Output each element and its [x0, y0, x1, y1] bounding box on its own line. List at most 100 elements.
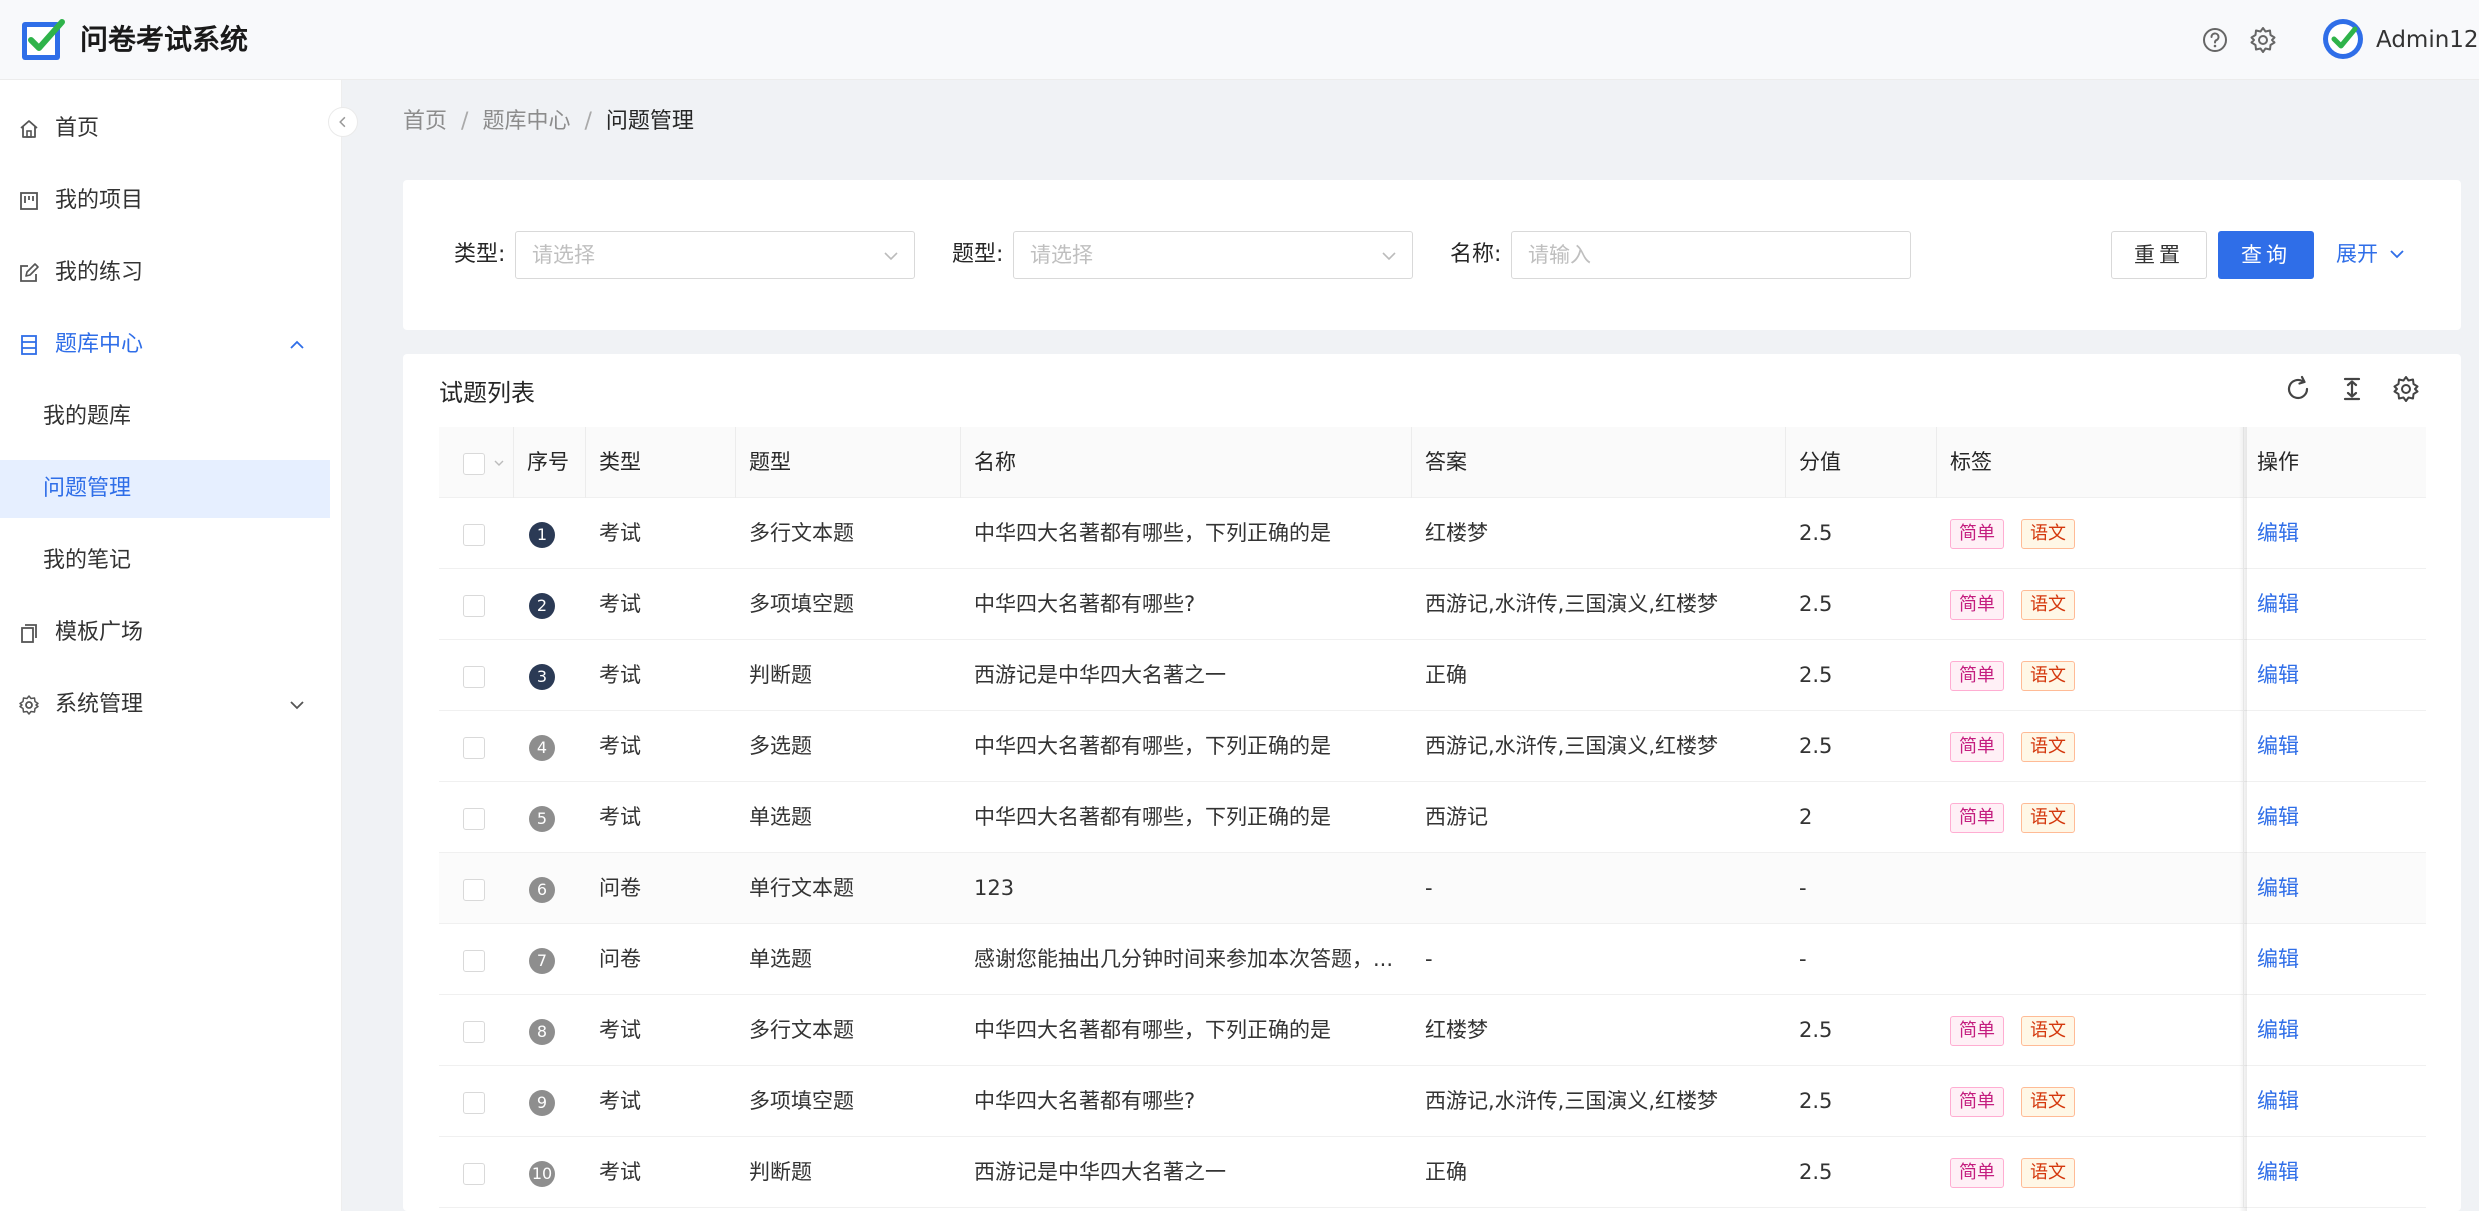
cell-score: 2.5: [1799, 663, 1833, 687]
column-divider: [960, 427, 961, 498]
edit-link[interactable]: 编辑: [2257, 640, 2299, 711]
row-number-badge: 1: [529, 522, 555, 548]
edit-link[interactable]: 编辑: [2257, 569, 2299, 640]
tag-chinese: 语文: [2021, 590, 2075, 620]
chevron-down-icon[interactable]: [493, 457, 505, 469]
cell-type: 考试: [599, 1089, 641, 1113]
question-table: 序号 类型 题型 名称 答案 分值 标签 操作 1 考试 多行文本题 中华四大名著都有…: [439, 427, 2426, 1211]
edit-link[interactable]: 编辑: [2257, 995, 2299, 1066]
copy-icon: [21, 624, 37, 643]
edit-link[interactable]: 编辑: [2257, 1066, 2299, 1137]
sidebar-item-label: 我的练习: [55, 260, 144, 285]
type-select-placeholder: 请选择: [532, 243, 595, 267]
row-checkbox[interactable]: [463, 950, 485, 972]
column-header-no: 序号: [527, 450, 569, 474]
row-checkbox[interactable]: [463, 1092, 485, 1114]
breadcrumb-question-bank[interactable]: 题库中心: [482, 109, 570, 134]
cell-name: 中华四大名著都有哪些，下列正确的是: [974, 1018, 1331, 1042]
list-title: 试题列表: [439, 379, 535, 407]
home-icon: [20, 120, 38, 138]
help-icon[interactable]: [2200, 25, 2230, 55]
column-divider: [585, 427, 586, 498]
sidebar-item-question-bank[interactable]: 题库中心: [0, 316, 330, 374]
sidebar-item-templates[interactable]: 模板广场: [0, 604, 330, 662]
cell-qtype: 多行文本题: [749, 521, 854, 545]
cell-answer: 西游记: [1425, 805, 1488, 829]
edit-link[interactable]: 编辑: [2257, 924, 2299, 995]
tag-simple: 简单: [1950, 1158, 2004, 1188]
breadcrumb-home[interactable]: 首页: [403, 109, 447, 134]
row-checkbox[interactable]: [463, 1163, 485, 1185]
cell-score: 2.5: [1799, 734, 1833, 758]
name-input-placeholder: 请输入: [1528, 243, 1591, 267]
table-row: 3 考试 判断题 西游记是中华四大名著之一 正确 2.5 简单 语文 编辑: [439, 640, 2426, 711]
sidebar-item-my-bank[interactable]: 我的题库: [0, 388, 330, 446]
qtype-select[interactable]: 请选择: [1013, 231, 1413, 279]
tag-simple: 简单: [1950, 1016, 2004, 1046]
cell-type: 考试: [599, 663, 641, 687]
row-checkbox[interactable]: [463, 1021, 485, 1043]
row-number-badge: 3: [529, 664, 555, 690]
select-all-checkbox[interactable]: [463, 453, 485, 475]
sidebar-item-question-management[interactable]: 问题管理: [0, 460, 330, 518]
filter-panel: 类型: 请选择 题型: 请选择 名称: 请输入 重置 查询 展开: [403, 180, 2461, 330]
collapse-sidebar-button[interactable]: [328, 107, 358, 137]
reset-button[interactable]: 重置: [2111, 231, 2207, 279]
tag-chinese: 语文: [2021, 1158, 2075, 1188]
cell-qtype: 多选题: [749, 734, 812, 758]
column-divider: [1785, 427, 1786, 498]
sidebar-item-system[interactable]: 系统管理: [0, 676, 330, 734]
row-number-badge: 7: [529, 948, 555, 974]
cell-answer: -: [1425, 876, 1433, 900]
edit-link[interactable]: 编辑: [2257, 853, 2299, 924]
cell-score: -: [1799, 876, 1807, 900]
expand-button[interactable]: 展开: [2336, 238, 2406, 270]
edit-link[interactable]: 编辑: [2257, 711, 2299, 782]
column-settings-icon[interactable]: [2391, 374, 2421, 404]
logo-icon: [22, 19, 65, 60]
tag-chinese: 语文: [2021, 519, 2075, 549]
edit-link[interactable]: 编辑: [2257, 498, 2299, 569]
cell-type: 考试: [599, 805, 641, 829]
query-button[interactable]: 查询: [2218, 231, 2314, 279]
edit-link[interactable]: 编辑: [2257, 1137, 2299, 1208]
sidebar-item-home[interactable]: 首页: [0, 100, 330, 158]
cell-score: 2: [1799, 805, 1813, 829]
type-select[interactable]: 请选择: [515, 231, 915, 279]
name-input[interactable]: 请输入: [1511, 231, 1911, 279]
sidebar-item-label: 模板广场: [55, 620, 144, 645]
cell-qtype: 单选题: [749, 805, 812, 829]
row-number-badge: 4: [529, 735, 555, 761]
sidebar-item-practice[interactable]: 我的练习: [0, 244, 330, 302]
refresh-icon[interactable]: [2283, 374, 2313, 404]
gear-icon: [19, 695, 39, 715]
column-header-actions: 操作: [2257, 450, 2299, 474]
settings-icon[interactable]: [2248, 25, 2278, 55]
cell-name: 西游记是中华四大名著之一: [974, 663, 1226, 687]
chevron-up-icon: [290, 340, 304, 349]
column-divider: [513, 427, 514, 498]
sidebar-item-notes[interactable]: 我的笔记: [0, 532, 330, 590]
row-checkbox[interactable]: [463, 524, 485, 546]
sidebar-item-projects[interactable]: 我的项目: [0, 172, 330, 230]
row-number-badge: 5: [529, 806, 555, 832]
avatar[interactable]: [2322, 18, 2364, 60]
column-header-tags: 标签: [1950, 450, 1992, 474]
row-checkbox[interactable]: [463, 595, 485, 617]
username[interactable]: Admin123: [2376, 24, 2479, 56]
tag-chinese: 语文: [2021, 1087, 2075, 1117]
row-checkbox[interactable]: [463, 666, 485, 688]
row-checkbox[interactable]: [463, 808, 485, 830]
density-icon[interactable]: [2337, 374, 2367, 404]
edit-link[interactable]: 编辑: [2257, 782, 2299, 853]
row-checkbox[interactable]: [463, 737, 485, 759]
cell-name: 中华四大名著都有哪些，下列正确的是: [974, 734, 1331, 758]
cell-answer: 西游记,水浒传,三国演义,红楼梦: [1425, 734, 1719, 758]
cell-answer: -: [1425, 947, 1433, 971]
row-checkbox[interactable]: [463, 879, 485, 901]
chevron-down-icon: [1382, 252, 1396, 261]
name-filter-label: 名称:: [1450, 242, 1502, 267]
column-divider: [1936, 427, 1937, 498]
chevron-down-icon: [884, 252, 898, 261]
cell-answer: 西游记,水浒传,三国演义,红楼梦: [1425, 1089, 1719, 1113]
